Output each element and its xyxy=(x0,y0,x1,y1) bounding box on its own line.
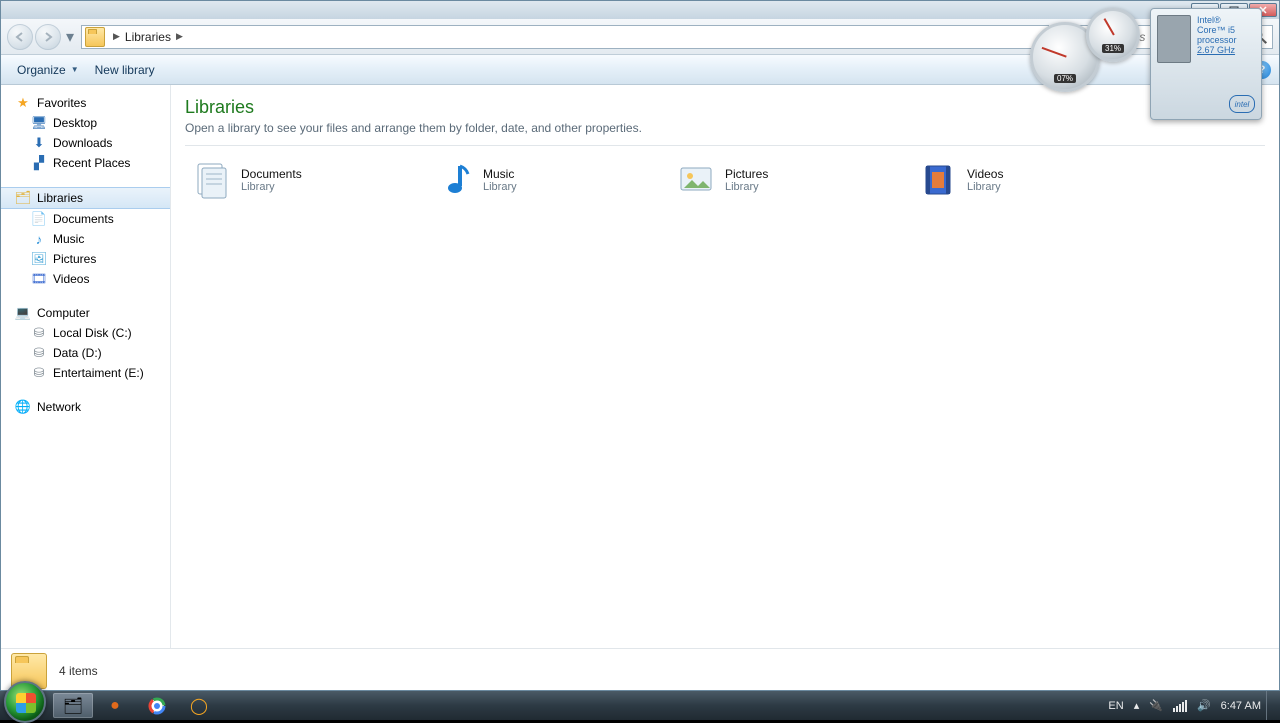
navigation-pane: ★Favorites 🖥Desktop ⬇Downloads ▞Recent P… xyxy=(1,85,171,648)
system-tray: EN ▴ 🔌 🔊 6:47 AM xyxy=(1097,691,1280,720)
divider xyxy=(185,145,1265,146)
videos-icon: 🎞 xyxy=(31,271,47,287)
taskbar-item-firefox[interactable]: ● xyxy=(95,693,135,718)
intel-gadget: Intel® Core™ i5 processor 2.67 GHz intel xyxy=(1150,8,1262,120)
folder-icon: 🗂 xyxy=(64,697,82,715)
taskbar: 🗂 ● ◯ EN ▴ 🔌 🔊 6:47 AM xyxy=(0,691,1280,720)
navigation-row: ▾ ▶ Libraries ▶ 🔍 xyxy=(1,19,1279,55)
network-icon: 🌐 xyxy=(15,399,31,415)
sidebar-item-drive-d[interactable]: ⛁Data (D:) xyxy=(1,343,170,363)
chevron-down-icon: ▼ xyxy=(71,65,79,74)
page-subtitle: Open a library to see your files and arr… xyxy=(185,121,1265,135)
sidebar-item-videos[interactable]: 🎞Videos xyxy=(1,269,170,289)
sidebar-network[interactable]: 🌐Network xyxy=(1,397,170,417)
item-count: 4 items xyxy=(59,664,98,678)
document-icon: 📄 xyxy=(31,211,47,227)
music-icon: ♪ xyxy=(31,231,47,247)
library-item-music[interactable]: MusicLibrary xyxy=(433,156,663,204)
back-button[interactable] xyxy=(7,24,33,50)
window-titlebar xyxy=(1,1,1279,19)
details-pane: 4 items xyxy=(1,648,1279,692)
documents-library-icon xyxy=(191,159,233,201)
volume-icon[interactable]: 🔊 xyxy=(1197,699,1211,712)
drive-icon: ⛁ xyxy=(31,345,47,361)
desktop-icon: 🖥 xyxy=(31,115,47,131)
taskbar-item-app[interactable]: ◯ xyxy=(179,693,219,718)
sidebar-item-downloads[interactable]: ⬇Downloads xyxy=(1,133,170,153)
wifi-icon[interactable] xyxy=(1173,700,1187,712)
sidebar-item-desktop[interactable]: 🖥Desktop xyxy=(1,113,170,133)
taskbar-item-chrome[interactable] xyxy=(137,693,177,718)
page-title: Libraries xyxy=(185,97,1265,118)
firefox-icon: ● xyxy=(106,697,124,715)
taskbar-item-explorer[interactable]: 🗂 xyxy=(53,693,93,718)
intel-logo-icon: intel xyxy=(1229,95,1255,113)
library-item-documents[interactable]: DocumentsLibrary xyxy=(191,156,421,204)
star-icon: ★ xyxy=(15,95,31,111)
show-desktop-button[interactable] xyxy=(1266,691,1274,720)
sidebar-item-pictures[interactable]: 🖼Pictures xyxy=(1,249,170,269)
drive-icon: ⛁ xyxy=(31,365,47,381)
sidebar-favorites[interactable]: ★Favorites xyxy=(1,93,170,113)
command-bar: Organize ▼ New library ? xyxy=(1,55,1279,85)
library-grid: DocumentsLibrary MusicLibrary PicturesLi… xyxy=(185,152,1265,208)
start-button[interactable] xyxy=(4,681,46,723)
drive-icon: ⛁ xyxy=(31,325,47,341)
power-icon[interactable]: 🔌 xyxy=(1149,699,1163,712)
pictures-icon: 🖼 xyxy=(31,251,47,267)
show-hidden-icons[interactable]: ▴ xyxy=(1134,699,1140,712)
sidebar-libraries[interactable]: 🗂Libraries xyxy=(1,187,170,209)
pictures-library-icon xyxy=(675,159,717,201)
sidebar-item-music[interactable]: ♪Music xyxy=(1,229,170,249)
computer-icon: 💻 xyxy=(15,305,31,321)
address-bar[interactable]: ▶ Libraries ▶ xyxy=(81,25,1049,49)
content-pane: Libraries Open a library to see your fil… xyxy=(171,85,1279,648)
chevron-right-icon: ▶ xyxy=(176,31,183,42)
sidebar-item-recent-places[interactable]: ▞Recent Places xyxy=(1,153,170,173)
new-library-button[interactable]: New library xyxy=(87,59,163,81)
sidebar-item-drive-c[interactable]: ⛁Local Disk (C:) xyxy=(1,323,170,343)
library-item-videos[interactable]: VideosLibrary xyxy=(917,156,1147,204)
breadcrumb-root[interactable]: Libraries xyxy=(125,30,171,44)
new-library-label: New library xyxy=(95,63,155,77)
downloads-icon: ⬇ xyxy=(31,135,47,151)
music-library-icon xyxy=(433,159,475,201)
tray-clock[interactable]: 6:47 AM xyxy=(1221,700,1261,712)
libraries-icon: 🗂 xyxy=(15,190,31,206)
explorer-window: ▾ ▶ Libraries ▶ 🔍 Organize ▼ New library… xyxy=(0,0,1280,691)
organize-button[interactable]: Organize ▼ xyxy=(9,59,87,81)
chip-icon xyxy=(1157,15,1191,63)
sidebar-item-drive-e[interactable]: ⛁Entertaiment (E:) xyxy=(1,363,170,383)
tray-language[interactable]: EN xyxy=(1108,700,1123,712)
recent-icon: ▞ xyxy=(31,155,47,171)
chevron-right-icon: ▶ xyxy=(113,31,120,42)
app-icon: ◯ xyxy=(190,697,208,715)
organize-label: Organize xyxy=(17,63,66,77)
chrome-icon xyxy=(148,697,166,715)
library-item-pictures[interactable]: PicturesLibrary xyxy=(675,156,905,204)
videos-library-icon xyxy=(917,159,959,201)
folder-icon xyxy=(85,27,105,47)
window-body: ★Favorites 🖥Desktop ⬇Downloads ▞Recent P… xyxy=(1,85,1279,648)
forward-button[interactable] xyxy=(35,24,61,50)
sidebar-item-documents[interactable]: 📄Documents xyxy=(1,209,170,229)
history-dropdown[interactable]: ▾ xyxy=(63,24,77,50)
sidebar-computer[interactable]: 💻Computer xyxy=(1,303,170,323)
